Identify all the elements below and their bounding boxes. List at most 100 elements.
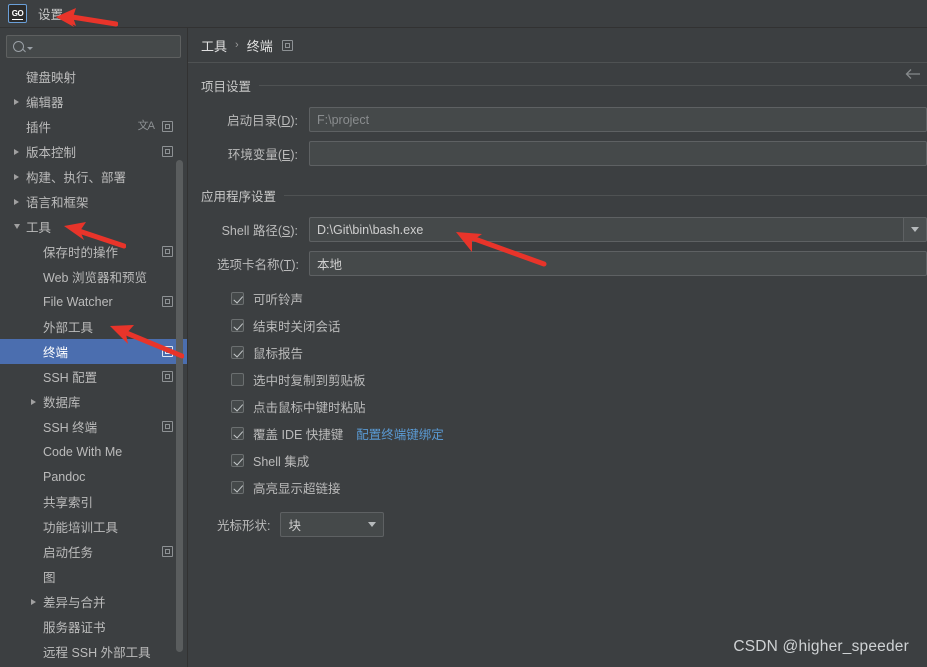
checkbox-0[interactable] <box>231 292 244 305</box>
sidebar-item-15[interactable]: Code With Me <box>0 439 187 464</box>
search-box[interactable] <box>6 35 181 58</box>
chevron-right-icon[interactable] <box>27 399 40 405</box>
checkbox-2[interactable] <box>231 346 244 359</box>
settings-tree[interactable]: 键盘映射编辑器插件 文A 版本控制构建、执行、部署语言和框架工具保存时的操作Web … <box>0 64 187 667</box>
sidebar-item-17[interactable]: 共享索引 <box>0 489 187 514</box>
option-row-0[interactable]: 可听铃声 <box>201 285 927 312</box>
option-row-3[interactable]: 选中时复制到剪贴板 <box>201 366 927 393</box>
sidebar-item-12[interactable]: SSH 配置 <box>0 364 187 389</box>
option-row-4[interactable]: 点击鼠标中键时粘贴 <box>201 393 927 420</box>
sidebar-item-22[interactable]: 服务器证书 <box>0 614 187 639</box>
chevron-right-icon[interactable] <box>10 149 23 155</box>
watermark: CSDN @higher_speeder <box>733 638 909 656</box>
sidebar-item-label: 构建、执行、部署 <box>26 167 126 186</box>
start-directory-input[interactable]: F:\project <box>309 107 927 132</box>
project-scope-icon <box>162 371 173 382</box>
sidebar-item-9[interactable]: File Watcher <box>0 289 187 314</box>
terminal-options-list: 可听铃声结束时关闭会话鼠标报告选中时复制到剪贴板点击鼠标中键时粘贴覆盖 IDE … <box>201 285 927 501</box>
chevron-right-icon[interactable] <box>10 174 23 180</box>
sidebar-item-label: Pandoc <box>43 470 85 484</box>
option-row-6[interactable]: Shell 集成 <box>201 447 927 474</box>
sidebar-item-11[interactable]: 终端 <box>0 339 187 364</box>
shell-path-input[interactable]: D:\Git\bin\bash.exe <box>309 217 903 242</box>
environment-variables-row: 环境变量(E): <box>201 141 927 166</box>
search-icon <box>13 41 24 52</box>
sidebar-item-label: 远程 SSH 外部工具 <box>43 642 151 661</box>
sidebar-item-13[interactable]: 数据库 <box>0 389 187 414</box>
application-settings-title: 应用程序设置 <box>201 186 276 205</box>
option-row-7[interactable]: 高亮显示超链接 <box>201 474 927 501</box>
sidebar-item-5[interactable]: 语言和框架 <box>0 189 187 214</box>
checkbox-label: 可听铃声 <box>253 289 303 308</box>
configure-terminal-keybindings-link[interactable]: 配置终端键绑定 <box>356 424 444 443</box>
checkbox-3[interactable] <box>231 373 244 386</box>
goland-go-icon: GO <box>8 4 27 23</box>
option-row-1[interactable]: 结束时关闭会话 <box>201 312 927 339</box>
option-row-2[interactable]: 鼠标报告 <box>201 339 927 366</box>
start-directory-label: 启动目录(D): <box>217 110 309 129</box>
sidebar-item-label: 服务器证书 <box>43 617 106 636</box>
sidebar-item-7[interactable]: 保存时的操作 <box>0 239 187 264</box>
checkbox-7[interactable] <box>231 481 244 494</box>
sidebar-item-14[interactable]: SSH 终端 <box>0 414 187 439</box>
translation-icon: 文A <box>138 121 154 132</box>
sidebar-item-3[interactable]: 版本控制 <box>0 139 187 164</box>
sidebar-item-20[interactable]: 图 <box>0 564 187 589</box>
environment-variables-input[interactable] <box>309 141 927 166</box>
project-scope-icon <box>162 346 173 357</box>
sidebar-item-4[interactable]: 构建、执行、部署 <box>0 164 187 189</box>
back-arrow-icon[interactable] <box>905 68 921 80</box>
tab-name-input[interactable]: 本地 <box>309 251 927 276</box>
group-divider <box>284 195 927 196</box>
checkbox-4[interactable] <box>231 400 244 413</box>
sidebar-item-label: 图 <box>43 567 56 586</box>
sidebar-item-label: 语言和框架 <box>26 192 89 211</box>
cursor-shape-select[interactable]: 块 <box>280 512 384 537</box>
sidebar-item-18[interactable]: 功能培训工具 <box>0 514 187 539</box>
option-row-5[interactable]: 覆盖 IDE 快捷键配置终端键绑定 <box>201 420 927 447</box>
sidebar-item-2[interactable]: 插件 文A <box>0 114 187 139</box>
sidebar-item-label: 编辑器 <box>26 92 64 111</box>
sidebar-item-label: File Watcher <box>43 295 113 309</box>
checkbox-5[interactable] <box>231 427 244 440</box>
sidebar-item-23[interactable]: 远程 SSH 外部工具 <box>0 639 187 664</box>
sidebar-item-21[interactable]: 差异与合并 <box>0 589 187 614</box>
checkbox-label: 点击鼠标中键时粘贴 <box>253 397 366 416</box>
sidebar-item-6[interactable]: 工具 <box>0 214 187 239</box>
checkbox-label: Shell 集成 <box>253 451 309 470</box>
checkbox-1[interactable] <box>231 319 244 332</box>
application-settings-group-header: 应用程序设置 <box>201 186 927 205</box>
group-divider <box>259 85 927 86</box>
sidebar-item-1[interactable]: 编辑器 <box>0 89 187 114</box>
sidebar-item-label: 插件 <box>26 117 51 136</box>
breadcrumb-separator-icon: › <box>235 39 239 51</box>
project-scope-icon <box>162 296 173 307</box>
sidebar-item-19[interactable]: 启动任务 <box>0 539 187 564</box>
project-scope-icon <box>282 40 293 51</box>
search-input[interactable] <box>37 40 192 54</box>
checkbox-6[interactable] <box>231 454 244 467</box>
project-scope-icon <box>162 421 173 432</box>
sidebar-item-0[interactable]: 键盘映射 <box>0 64 187 89</box>
sidebar-scrollbar-thumb[interactable] <box>176 160 183 652</box>
sidebar-scrollbar[interactable] <box>176 64 183 667</box>
sidebar-item-16[interactable]: Pandoc <box>0 464 187 489</box>
chevron-right-icon[interactable] <box>27 599 40 605</box>
chevron-right-icon[interactable] <box>10 99 23 105</box>
breadcrumb-parent[interactable]: 工具 <box>201 36 227 55</box>
shell-path-dropdown-button[interactable] <box>903 217 927 242</box>
breadcrumb: 工具 › 终端 <box>188 28 927 63</box>
chevron-down-icon[interactable] <box>10 224 23 229</box>
tab-name-label: 选项卡名称(T): <box>217 254 309 273</box>
settings-sidebar: 键盘映射编辑器插件 文A 版本控制构建、执行、部署语言和框架工具保存时的操作Web … <box>0 28 188 667</box>
sidebar-item-10[interactable]: 外部工具 <box>0 314 187 339</box>
chevron-right-icon[interactable] <box>10 199 23 205</box>
search-options-caret-icon[interactable] <box>27 47 33 50</box>
sidebar-item-8[interactable]: Web 浏览器和预览 <box>0 264 187 289</box>
checkbox-label: 鼠标报告 <box>253 343 303 362</box>
sidebar-item-label: 差异与合并 <box>43 592 106 611</box>
sidebar-item-label: 共享索引 <box>43 492 93 511</box>
sidebar-item-label: 功能培训工具 <box>43 517 118 536</box>
window-title: 设置 <box>38 4 63 23</box>
checkbox-label: 结束时关闭会话 <box>253 316 341 335</box>
